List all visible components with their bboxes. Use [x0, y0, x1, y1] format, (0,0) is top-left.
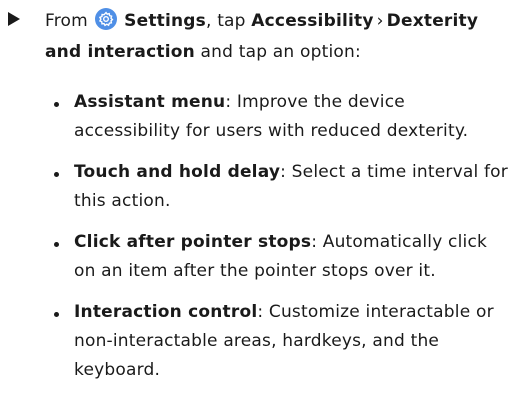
option-list: Assistant menu: Improve the device acces… — [52, 88, 512, 397]
list-item: Touch and hold delay: Select a time inte… — [52, 158, 512, 216]
list-item: Click after pointer stops: Automatically… — [52, 228, 512, 286]
step-tap-text: , tap — [205, 11, 246, 31]
path-separator: › — [376, 11, 384, 31]
step-arrow-icon — [8, 12, 20, 26]
bullet-icon — [54, 102, 59, 107]
list-item: Interaction control: Customize interacta… — [52, 298, 512, 385]
step-text: From Settings, tap Accessibility › Dexteri… — [45, 6, 513, 68]
bullet-icon — [54, 172, 59, 177]
accessibility-label: Accessibility — [251, 11, 374, 31]
option-title: Interaction control — [74, 302, 258, 322]
option-title: Click after pointer stops — [74, 232, 312, 252]
bullet-icon — [54, 312, 59, 317]
bullet-icon — [54, 242, 59, 247]
settings-label: Settings — [124, 11, 206, 31]
list-item: Assistant menu: Improve the device acces… — [52, 88, 512, 146]
option-title: Assistant menu — [74, 92, 226, 112]
step-from-text: From — [45, 11, 88, 31]
option-title: Touch and hold delay — [74, 162, 281, 182]
settings-gear-icon — [94, 8, 117, 30]
step-tail-text: and tap an option: — [200, 42, 361, 62]
